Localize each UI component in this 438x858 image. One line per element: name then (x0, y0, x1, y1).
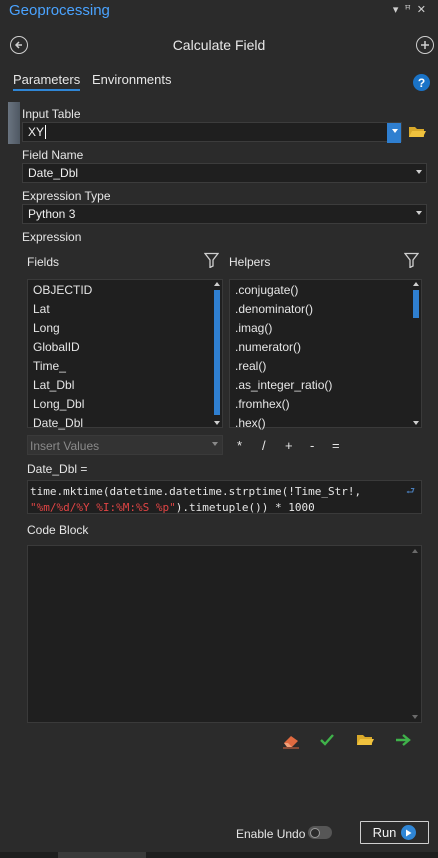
list-item[interactable]: OBJECTID (28, 281, 222, 300)
operator-equals-button[interactable]: = (332, 438, 340, 453)
expression-line-2-rest: ).timetuple()) * 1000 (175, 501, 315, 514)
fields-filter-button[interactable] (203, 252, 220, 271)
input-table-dropdown[interactable] (387, 123, 401, 143)
expression-editor[interactable]: time.mktime(datetime.datetime.strptime(!… (27, 480, 422, 514)
code-block-label: Code Block (27, 523, 89, 537)
fields-label: Fields (27, 255, 60, 269)
list-item[interactable]: .imag() (230, 319, 421, 338)
toggle-knob (310, 827, 320, 838)
window-title: Geoprocessing (9, 2, 110, 19)
enable-undo-label: Enable Undo (236, 827, 306, 841)
play-icon (401, 825, 417, 840)
scroll-thumb[interactable] (413, 290, 419, 318)
plus-icon (421, 41, 429, 49)
scroll-down-icon[interactable] (413, 421, 419, 425)
clear-button[interactable] (282, 733, 300, 752)
operator-plus-button[interactable]: + (285, 438, 293, 453)
list-item[interactable]: .real() (230, 357, 421, 376)
expression-type-label: Expression Type (22, 189, 111, 203)
list-item[interactable]: .as_integer_ratio() (230, 376, 421, 395)
eraser-icon (283, 736, 299, 749)
input-table-label: Input Table (22, 107, 81, 121)
scroll-down-icon[interactable] (214, 421, 220, 425)
input-table-field[interactable]: XY (22, 122, 402, 143)
bottom-scrollbar[interactable] (0, 852, 438, 858)
operator-multiply-button[interactable]: * (237, 438, 242, 453)
expression-target-label: Date_Dbl = (27, 462, 88, 476)
field-name-value: Date_Dbl (28, 166, 79, 180)
operator-minus-button[interactable]: - (310, 438, 314, 453)
scroll-down-icon[interactable] (412, 715, 418, 719)
helpers-scrollbar[interactable] (411, 280, 421, 427)
browse-folder-button[interactable] (408, 125, 426, 142)
filter-icon (203, 252, 220, 269)
verify-button[interactable] (319, 733, 335, 750)
helpers-list[interactable]: .conjugate() .denominator() .imag() .num… (229, 279, 422, 430)
chevron-down-icon (416, 170, 422, 174)
expression-type-value: Python 3 (28, 207, 76, 221)
helpers-label: Helpers (229, 255, 271, 269)
list-item[interactable]: Date_Dbl (28, 414, 222, 433)
operator-divide-button[interactable]: / (262, 438, 266, 453)
insert-values-select[interactable]: Insert Values (27, 435, 223, 455)
tab-parameters[interactable]: Parameters (13, 72, 81, 91)
pin-icon[interactable]: ꟸ (404, 4, 416, 16)
list-item[interactable]: GlobalID (28, 338, 222, 357)
scroll-up-icon[interactable] (412, 549, 418, 553)
menu-dropdown-icon[interactable]: ▾ (393, 4, 405, 16)
scroll-up-icon[interactable] (214, 282, 220, 286)
export-button[interactable] (395, 733, 411, 750)
list-item[interactable]: Lat_Dbl (28, 376, 222, 395)
enable-undo-toggle[interactable] (308, 826, 332, 839)
fields-scrollbar[interactable] (212, 280, 222, 427)
list-item[interactable]: .hex() (230, 414, 421, 433)
chevron-down-icon (212, 442, 218, 446)
code-block-editor[interactable] (27, 545, 422, 723)
expression-line-2: "%m/%d/%Y %I:%M:%S %p").timetuple()) * 1… (30, 500, 419, 514)
title-bar: Geoprocessing ▾ꟸ✕ (0, 0, 438, 24)
arrow-right-icon (396, 734, 411, 746)
tool-title: Calculate Field (172, 37, 266, 53)
run-button[interactable]: Run (360, 821, 429, 844)
expression-type-select[interactable]: Python 3 (22, 204, 427, 224)
helpers-filter-button[interactable] (403, 252, 420, 271)
check-icon (320, 734, 334, 746)
wrap-icon: ⮐ (406, 486, 415, 497)
scroll-thumb[interactable] (58, 852, 146, 858)
expression-label: Expression (22, 230, 82, 244)
expression-string-literal: "%m/%d/%Y %I:%M:%S %p" (30, 501, 176, 514)
help-icon[interactable]: ? (413, 74, 430, 91)
fields-list[interactable]: OBJECTID Lat Long GlobalID Time_ Lat_Dbl… (27, 279, 223, 430)
scroll-up-icon[interactable] (413, 282, 419, 286)
list-item[interactable]: Long (28, 319, 222, 338)
tab-environments[interactable]: Environments (92, 72, 171, 87)
list-item[interactable]: .numerator() (230, 338, 421, 357)
folder-open-icon (357, 735, 374, 745)
text-cursor (45, 125, 47, 139)
field-name-label: Field Name (22, 148, 84, 162)
input-table-value: XY (28, 125, 45, 139)
list-item[interactable]: Lat (28, 300, 222, 319)
filter-icon (403, 252, 420, 269)
close-icon[interactable]: ✕ (417, 4, 432, 16)
list-item[interactable]: .denominator() (230, 300, 421, 319)
list-item[interactable]: Long_Dbl (28, 395, 222, 414)
folder-icon (409, 127, 426, 137)
field-name-select[interactable]: Date_Dbl (22, 163, 427, 183)
insert-values-placeholder: Insert Values (30, 439, 100, 453)
chevron-down-icon (416, 211, 422, 215)
list-item[interactable]: .conjugate() (230, 281, 421, 300)
expression-line-1: time.mktime(datetime.datetime.strptime(!… (30, 485, 362, 498)
chevron-down-icon (392, 129, 398, 133)
add-button[interactable] (416, 36, 434, 54)
list-item[interactable]: .fromhex() (230, 395, 421, 414)
window-controls[interactable]: ▾ꟸ✕ (393, 3, 432, 16)
list-item[interactable]: Time_ (28, 357, 222, 376)
load-button[interactable] (356, 733, 374, 750)
run-label: Run (372, 825, 397, 840)
scroll-thumb[interactable] (214, 290, 220, 415)
parameter-focus-bar (8, 102, 20, 144)
